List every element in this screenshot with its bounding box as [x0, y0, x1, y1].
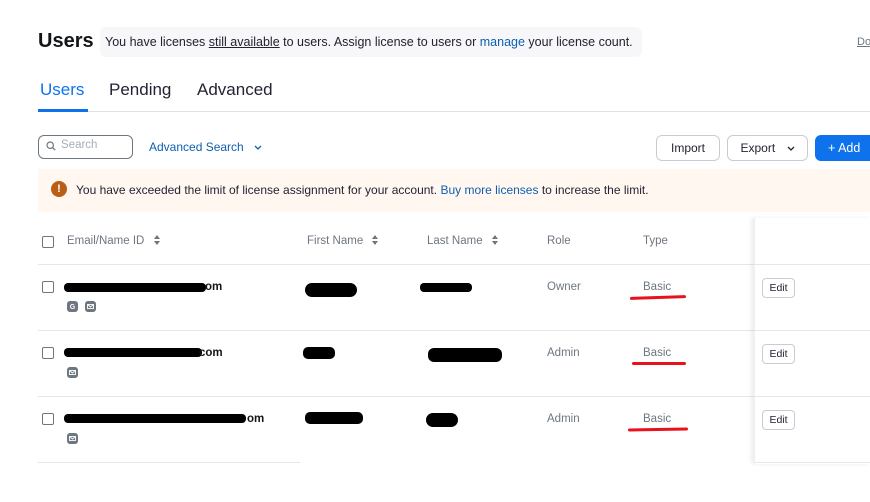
- annotation-underline: [627, 427, 689, 432]
- page-title: Users: [38, 30, 94, 52]
- row-divider: [755, 330, 870, 331]
- row-divider: [38, 330, 870, 331]
- search-icon: [46, 141, 56, 151]
- annotation-underline: [632, 362, 686, 365]
- email-suffix: om: [247, 413, 265, 425]
- active-tab-indicator: [38, 109, 88, 112]
- edit-button[interactable]: Edit: [762, 344, 795, 364]
- row-divider: [38, 462, 300, 463]
- chevron-down-icon: [787, 146, 794, 151]
- export-button[interactable]: Export: [727, 135, 808, 161]
- edit-button[interactable]: Edit: [762, 410, 795, 430]
- column-header-type: Type: [643, 235, 668, 247]
- redaction-mark: [64, 348, 202, 357]
- row-divider: [755, 462, 870, 463]
- column-header-role: Role: [547, 235, 571, 247]
- redaction-mark: [64, 414, 246, 423]
- row-checkbox[interactable]: [42, 413, 54, 425]
- advanced-search-button[interactable]: Advanced Search: [149, 140, 262, 154]
- row-checkbox[interactable]: [42, 281, 54, 293]
- row-divider: [755, 396, 870, 397]
- row-divider: [755, 264, 870, 265]
- buy-more-licenses-link[interactable]: Buy more licenses: [440, 183, 538, 197]
- mail-icon: [85, 301, 96, 312]
- svg-text:G: G: [70, 304, 76, 310]
- sort-icon: [491, 235, 498, 245]
- role-cell: Admin: [547, 413, 580, 425]
- tab-advanced[interactable]: Advanced: [197, 80, 273, 100]
- type-cell: Basic: [643, 281, 672, 293]
- email-suffix: com: [199, 347, 223, 359]
- sort-icon: [153, 235, 160, 245]
- type-cell: Basic: [643, 413, 672, 425]
- row-divider: [38, 396, 870, 397]
- redaction-mark: [426, 413, 458, 427]
- column-header-email[interactable]: Email/Name ID: [67, 235, 160, 247]
- mail-icon: [67, 367, 78, 378]
- redaction-mark: [303, 347, 335, 359]
- license-notice: You have licenses still available to use…: [100, 27, 642, 57]
- redaction-mark: [428, 348, 502, 362]
- redaction-mark: [420, 283, 472, 292]
- type-cell: Basic: [643, 347, 672, 359]
- chevron-down-icon: [254, 145, 262, 150]
- search-field[interactable]: [38, 135, 133, 159]
- sort-icon: [372, 235, 379, 245]
- tab-pending[interactable]: Pending: [109, 80, 171, 100]
- warning-icon: !: [51, 181, 67, 197]
- tabs-divider: [38, 111, 870, 112]
- select-all-checkbox[interactable]: [42, 236, 54, 248]
- search-input[interactable]: [61, 139, 127, 151]
- annotation-underline: [629, 295, 687, 300]
- edit-button[interactable]: Edit: [762, 278, 795, 298]
- role-cell: Admin: [547, 347, 580, 359]
- import-button[interactable]: Import: [656, 135, 720, 161]
- row-divider: [38, 264, 870, 265]
- role-cell: Owner: [547, 281, 581, 293]
- redaction-mark: [64, 283, 206, 292]
- add-users-button[interactable]: + Add: [815, 135, 870, 161]
- redaction-mark: [305, 283, 357, 297]
- row-checkbox[interactable]: [42, 347, 54, 359]
- email-suffix: om: [205, 281, 223, 293]
- manage-license-link[interactable]: manage: [480, 35, 525, 49]
- column-header-first-name[interactable]: First Name: [307, 235, 379, 247]
- banner-message: You have exceeded the limit of license a…: [76, 183, 649, 197]
- redaction-mark: [305, 412, 363, 424]
- google-icon: G: [67, 301, 78, 312]
- column-header-last-name[interactable]: Last Name: [427, 235, 498, 247]
- mail-icon: [67, 433, 78, 444]
- still-available-link[interactable]: still available: [209, 35, 280, 49]
- top-right-link[interactable]: Do: [857, 36, 870, 48]
- tab-users[interactable]: Users: [40, 80, 84, 100]
